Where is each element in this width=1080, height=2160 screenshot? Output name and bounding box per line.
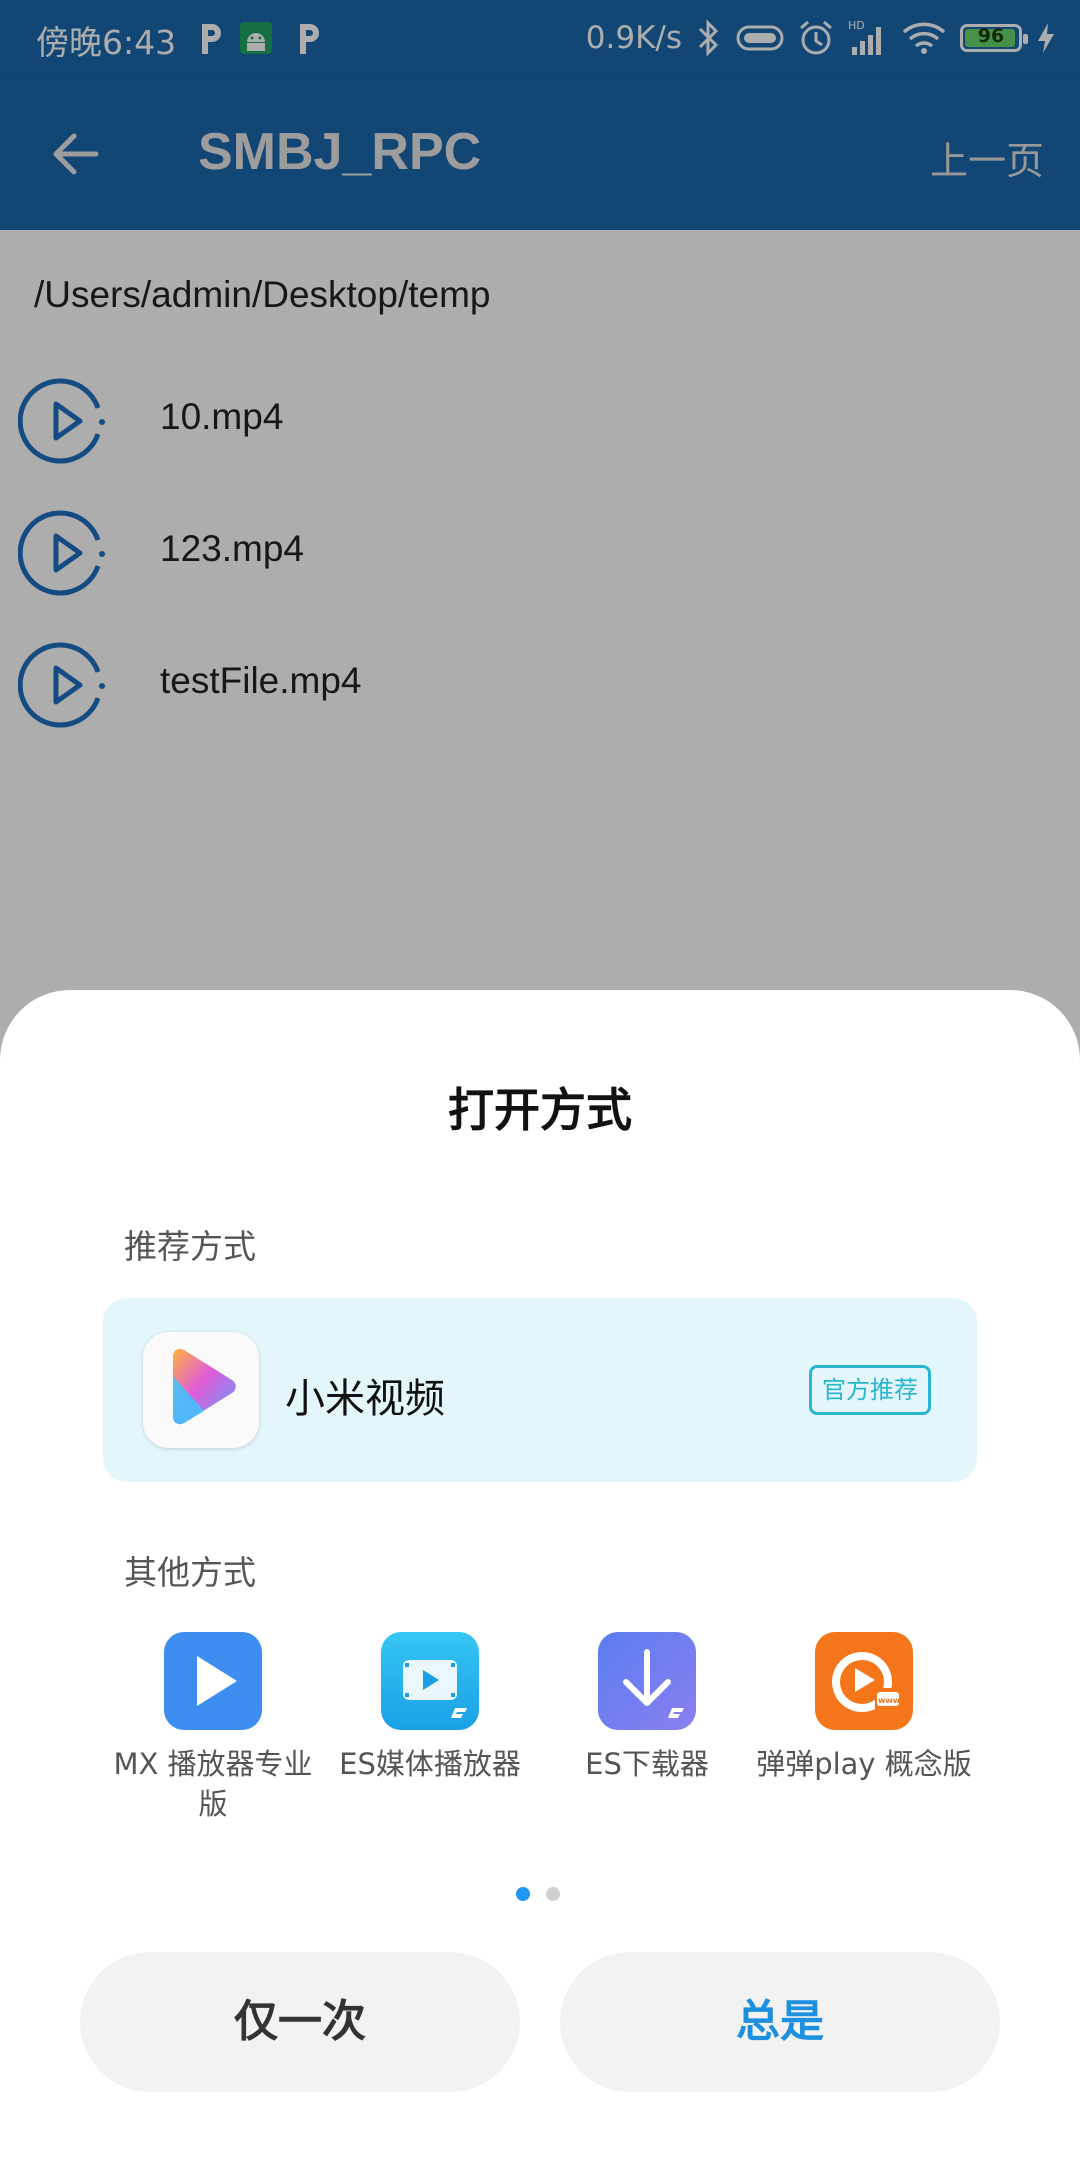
recommended-app-name: 小米视频 — [285, 1376, 445, 1422]
app-option-dandanplay[interactable]: www 弹弹play 概念版 — [754, 1632, 974, 1842]
mx-player-icon — [164, 1632, 262, 1730]
es-media-player-icon — [381, 1632, 479, 1730]
other-label: 其他方式 — [124, 1553, 256, 1592]
sheet-title: 打开方式 — [448, 1083, 632, 1137]
always-button[interactable]: 总是 — [560, 1952, 1000, 2092]
app-label: ES媒体播放器 — [339, 1747, 521, 1781]
mi-video-icon — [143, 1332, 259, 1448]
page-dot[interactable] — [516, 1887, 530, 1901]
app-option-mx-player[interactable]: MX 播放器专业版 — [103, 1632, 323, 1842]
app-option-es-media-player[interactable]: ES媒体播放器 — [320, 1632, 540, 1842]
open-with-sheet: 打开方式 推荐方式 小米视频 官方推荐 其他方式 MX 播放器专业版 ES媒体播… — [0, 990, 1080, 2160]
app-option-es-downloader[interactable]: ES下载器 — [537, 1632, 757, 1842]
es-downloader-icon — [598, 1632, 696, 1730]
just-once-button[interactable]: 仅一次 — [80, 1952, 520, 2092]
official-badge: 官方推荐 — [809, 1365, 931, 1415]
app-label: ES下载器 — [585, 1747, 709, 1781]
dandanplay-icon: www — [815, 1632, 913, 1730]
app-label: 弹弹play 概念版 — [756, 1747, 972, 1781]
recommended-app-card[interactable]: 小米视频 官方推荐 — [103, 1298, 977, 1482]
app-label: MX 播放器专业版 — [113, 1747, 313, 1821]
recommended-label: 推荐方式 — [124, 1227, 256, 1266]
svg-text:www: www — [878, 1696, 901, 1705]
page-dot[interactable] — [546, 1887, 560, 1901]
page-indicator — [516, 1887, 560, 1901]
